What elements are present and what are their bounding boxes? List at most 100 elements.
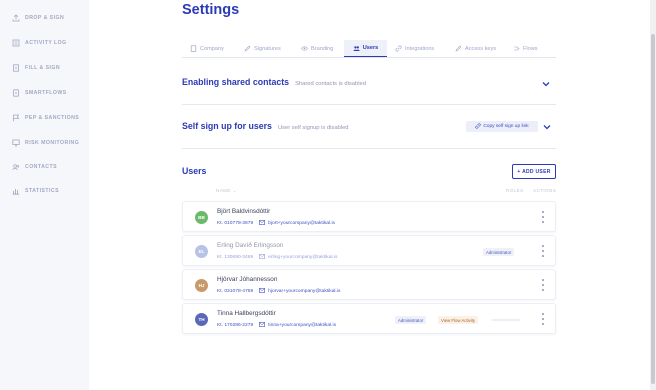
- user-kt: Kt. 031078-4759: [217, 289, 254, 294]
- self-signup-title: Self sign up for users: [182, 121, 272, 131]
- chevron-down-icon[interactable]: [542, 122, 551, 131]
- user-name: Hjörvar Jóhannesson: [217, 276, 278, 283]
- sidebar-item-smartflows[interactable]: SMARTFLOWS: [12, 87, 67, 99]
- tab-label: Integrations: [405, 45, 435, 52]
- tab-label: Users: [362, 45, 379, 51]
- column-name-label: NAME: [216, 188, 231, 193]
- avatar: BB: [195, 211, 208, 224]
- role-placeholder-bar: [492, 319, 520, 321]
- sidebar-item-fill-sign[interactable]: FILL & SIGN: [12, 62, 60, 74]
- role-badge: Administrator: [483, 248, 515, 256]
- flag-icon: [12, 114, 20, 122]
- tab-signatures[interactable]: Signatures: [244, 40, 281, 57]
- eye-icon: [301, 45, 308, 52]
- avatar: EL: [195, 245, 208, 258]
- upload-icon: [12, 14, 20, 22]
- tab-label: Flows: [523, 45, 538, 52]
- user-email: erling+yourcompany@taktikal.is: [268, 255, 338, 260]
- tab-label: Company: [200, 45, 224, 52]
- page-title: Settings: [182, 2, 240, 18]
- mail-icon: [259, 254, 266, 261]
- add-user-button[interactable]: + ADD USER: [512, 164, 556, 179]
- user-email: bjort+yourcompany@taktikal.is: [268, 221, 335, 226]
- log-icon: [12, 39, 20, 47]
- sidebar-item-label: PEP & SANCTIONS: [25, 115, 80, 121]
- avatar: HJ: [195, 279, 208, 292]
- user-name: Björt Baldvinsdóttir: [217, 208, 271, 215]
- user-row[interactable]: BB Björt Baldvinsdóttir Kt. 010778-3879 …: [182, 201, 556, 232]
- chevron-down-icon[interactable]: [541, 79, 550, 88]
- user-row[interactable]: EL Erling Davíð Erlingsson Kt. 130690-34…: [182, 235, 556, 266]
- sidebar-item-risk-monitoring[interactable]: RISK MONITORING: [12, 137, 79, 149]
- user-kt: Kt. 170286-2279: [217, 323, 254, 328]
- self-signup-header[interactable]: Self sign up for users User self signup …: [182, 121, 349, 131]
- key-icon: [455, 45, 462, 52]
- more-actions-icon[interactable]: [541, 245, 545, 257]
- column-header-roles: ROLES: [506, 188, 524, 193]
- copy-signup-link-label: Copy self sign up link: [483, 124, 529, 129]
- more-actions-icon[interactable]: [541, 313, 545, 325]
- tab-branding[interactable]: Branding: [301, 40, 333, 57]
- self-signup-status: User self signup is disabled: [277, 125, 349, 131]
- shared-contacts-title: Enabling shared contacts: [182, 77, 290, 87]
- section-divider: [182, 104, 556, 105]
- chart-icon: [12, 187, 20, 195]
- tab-label: Branding: [311, 45, 334, 52]
- tab-integrations[interactable]: Integrations: [395, 40, 434, 57]
- mail-icon: [259, 322, 266, 329]
- user-row[interactable]: HJ Hjörvar Jóhannesson Kt. 031078-4759 h…: [182, 269, 556, 300]
- tab-company[interactable]: Company: [190, 40, 224, 57]
- pen-icon: [244, 45, 251, 52]
- link-icon: [395, 45, 402, 52]
- sidebar-item-statistics[interactable]: STATISTICS: [12, 185, 59, 197]
- more-actions-icon[interactable]: [541, 211, 545, 223]
- mail-icon: [259, 220, 266, 227]
- user-meta: Kt. 010778-3879 bjort+yourcompany@taktik…: [217, 220, 335, 227]
- users-header: Users: [182, 166, 206, 176]
- user-email: hjorvar+yourcompany@taktikal.is: [268, 289, 341, 294]
- sidebar-item-pep-sanctions[interactable]: PEP & SANCTIONS: [12, 112, 79, 124]
- tab-label: Access keys: [465, 45, 497, 52]
- column-header-name[interactable]: NAME ⌄: [216, 188, 237, 194]
- sidebar-item-activity-log[interactable]: ACTIVITY LOG: [12, 37, 67, 49]
- column-header-actions: ACTIONS: [533, 188, 557, 193]
- tab-flows[interactable]: Flows: [513, 40, 538, 57]
- section-divider: [182, 148, 556, 149]
- user-email-group: bjort+yourcompany@taktikal.is: [259, 220, 335, 227]
- user-kt: Kt. 010778-3879: [217, 221, 254, 226]
- users-heading: Users: [182, 166, 207, 176]
- sidebar-item-label: CONTACTS: [25, 164, 58, 170]
- role-badge: Administrator: [395, 316, 427, 324]
- sidebar-item-drop-sign[interactable]: DROP & SIGN: [12, 12, 64, 24]
- shared-contacts-header[interactable]: Enabling shared contacts Shared contacts…: [182, 77, 366, 87]
- sidebar-item-label: ACTIVITY LOG: [25, 40, 67, 46]
- user-row[interactable]: TH Tinna Hallbergsdóttir Kt. 170286-2279…: [182, 303, 556, 334]
- flows-icon: [513, 45, 520, 52]
- sidebar-item-contacts[interactable]: CONTACTS: [12, 161, 57, 173]
- users-icon: [353, 45, 360, 52]
- sidebar: DROP & SIGN ACTIVITY LOG FILL & SIGN SMA…: [0, 0, 89, 390]
- avatar: TH: [195, 313, 208, 326]
- sort-icon: ⌄: [232, 188, 237, 193]
- flow-icon: [12, 89, 20, 97]
- link-icon: [475, 122, 481, 131]
- sidebar-item-label: DROP & SIGN: [25, 15, 65, 21]
- tab-users[interactable]: Users: [344, 40, 387, 57]
- mail-icon: [259, 288, 266, 295]
- user-email-group: hjorvar+yourcompany@taktikal.is: [259, 288, 340, 295]
- user-email: tinna+yourcompany@taktikal.is: [268, 323, 337, 328]
- scrollbar-thumb[interactable]: [651, 34, 655, 384]
- contacts-icon: [12, 163, 20, 171]
- tab-label: Signatures: [254, 45, 281, 52]
- settings-tabs: Company Signatures Branding Users Integr…: [182, 40, 556, 58]
- role-badge: View Flow Activity: [438, 316, 479, 324]
- sidebar-item-label: STATISTICS: [25, 188, 59, 194]
- tab-access-keys[interactable]: Access keys: [455, 40, 496, 57]
- document-icon: [12, 64, 20, 72]
- user-meta: Kt. 130690-3469 erling+yourcompany@takti…: [217, 254, 337, 261]
- copy-signup-link-button[interactable]: Copy self sign up link: [466, 121, 538, 132]
- user-email-group: erling+yourcompany@taktikal.is: [259, 254, 337, 261]
- user-kt: Kt. 130690-3469: [217, 255, 254, 260]
- more-actions-icon[interactable]: [541, 279, 545, 291]
- shared-contacts-status: Shared contacts is disabled: [295, 81, 366, 87]
